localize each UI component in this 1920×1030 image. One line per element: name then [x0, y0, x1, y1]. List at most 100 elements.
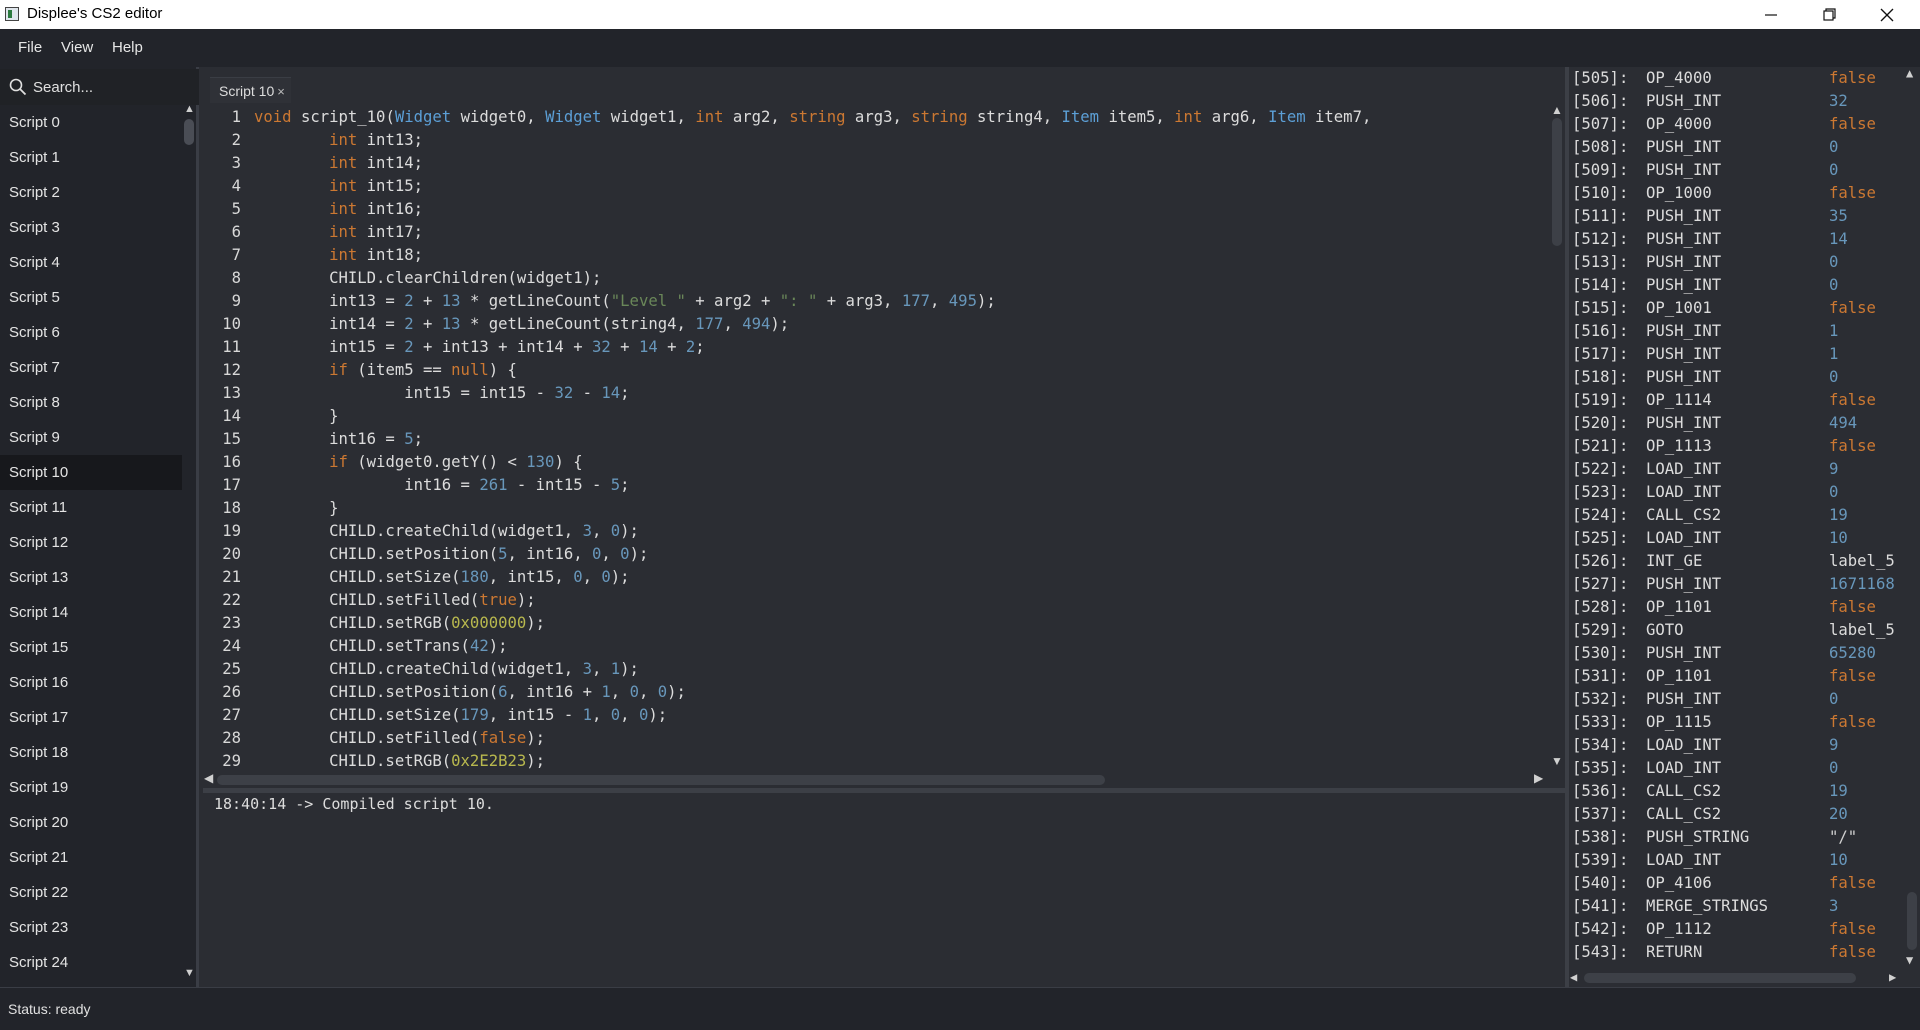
- scroll-down-icon[interactable]: ▼: [1906, 953, 1913, 967]
- instruction-row[interactable]: [526]: INT_GE label_5: [1569, 550, 1903, 573]
- sidebar-item-script[interactable]: Script 14: [0, 595, 182, 630]
- scroll-left-icon[interactable]: ◀: [1570, 970, 1577, 984]
- minimize-button[interactable]: [1742, 0, 1800, 29]
- instruction-row[interactable]: [539]: LOAD_INT 10: [1569, 849, 1903, 872]
- instruction-row[interactable]: [507]: OP_4000 false: [1569, 113, 1903, 136]
- instruction-row[interactable]: [520]: PUSH_INT 494: [1569, 412, 1903, 435]
- scroll-up-icon[interactable]: ▲: [184, 103, 195, 115]
- code-area[interactable]: 1 void script_10(Widget widget0, Widget w…: [203, 106, 1548, 771]
- sidebar-item-script[interactable]: Script 20: [0, 805, 182, 840]
- instruction-row[interactable]: [515]: OP_1001 false: [1569, 297, 1903, 320]
- instruction-row[interactable]: [506]: PUSH_INT 32: [1569, 90, 1903, 113]
- instruction-row[interactable]: [516]: PUSH_INT 1: [1569, 320, 1903, 343]
- instruction-row[interactable]: [534]: LOAD_INT 9: [1569, 734, 1903, 757]
- sidebar-item-script[interactable]: Script 10: [0, 455, 182, 490]
- close-button[interactable]: [1858, 0, 1916, 29]
- instruction-row[interactable]: [527]: PUSH_INT 1671168: [1569, 573, 1903, 596]
- code-token: int16;: [357, 200, 423, 218]
- menu-view[interactable]: View: [61, 39, 93, 56]
- instruction-row[interactable]: [524]: CALL_CS2 19: [1569, 504, 1903, 527]
- instruction-index: [540]:: [1572, 874, 1629, 892]
- sidebar-item-script[interactable]: Script 11: [0, 490, 182, 525]
- instruction-horizontal-scrollbar[interactable]: ◀ ▶: [1569, 969, 1903, 987]
- instruction-row[interactable]: [529]: GOTO label_5: [1569, 619, 1903, 642]
- instruction-row[interactable]: [537]: CALL_CS2 20: [1569, 803, 1903, 826]
- instruction-row[interactable]: [532]: PUSH_INT 0: [1569, 688, 1903, 711]
- scroll-right-icon[interactable]: ▶: [1889, 970, 1896, 984]
- instruction-row[interactable]: [528]: OP_1101 false: [1569, 596, 1903, 619]
- instruction-row[interactable]: [522]: LOAD_INT 9: [1569, 458, 1903, 481]
- tab-close-icon[interactable]: ×: [277, 84, 285, 99]
- sidebar-item-script[interactable]: Script 5: [0, 280, 182, 315]
- scroll-left-icon[interactable]: ◀: [204, 771, 213, 785]
- sidebar-item-script[interactable]: Script 24: [0, 945, 182, 980]
- instruction-row[interactable]: [523]: LOAD_INT 0: [1569, 481, 1903, 504]
- sidebar-item-script[interactable]: Script 16: [0, 665, 182, 700]
- scroll-right-icon[interactable]: ▶: [1534, 771, 1543, 785]
- instruction-row[interactable]: [535]: LOAD_INT 0: [1569, 757, 1903, 780]
- scrollbar-thumb[interactable]: [1584, 973, 1856, 983]
- instruction-row[interactable]: [543]: RETURN false: [1569, 941, 1903, 964]
- instruction-row[interactable]: [541]: MERGE_STRINGS 3: [1569, 895, 1903, 918]
- sidebar-item-script[interactable]: Script 17: [0, 700, 182, 735]
- instruction-row[interactable]: [536]: CALL_CS2 19: [1569, 780, 1903, 803]
- instruction-row[interactable]: [511]: PUSH_INT 35: [1569, 205, 1903, 228]
- scroll-up-icon[interactable]: ▲: [1551, 103, 1563, 117]
- scrollbar-thumb[interactable]: [184, 119, 194, 145]
- sidebar-item-script[interactable]: Script 7: [0, 350, 182, 385]
- editor-horizontal-scrollbar[interactable]: ◀ ▶: [203, 771, 1548, 788]
- search-input[interactable]: [33, 75, 183, 99]
- sidebar-item-script[interactable]: Script 8: [0, 385, 182, 420]
- instruction-row[interactable]: [521]: OP_1113 false: [1569, 435, 1903, 458]
- instruction-row[interactable]: [510]: OP_1000 false: [1569, 182, 1903, 205]
- instruction-row[interactable]: [540]: OP_4106 false: [1569, 872, 1903, 895]
- instruction-row[interactable]: [512]: PUSH_INT 14: [1569, 228, 1903, 251]
- sidebar-item-script[interactable]: Script 15: [0, 630, 182, 665]
- sidebar-scrollbar[interactable]: ▲ ▼: [182, 103, 196, 985]
- instruction-row[interactable]: [508]: PUSH_INT 0: [1569, 136, 1903, 159]
- instruction-row[interactable]: [525]: LOAD_INT 10: [1569, 527, 1903, 550]
- instruction-row[interactable]: [505]: OP_4000 false: [1569, 67, 1903, 90]
- sidebar-item-script[interactable]: Script 1: [0, 140, 182, 175]
- editor-vertical-scrollbar[interactable]: ▲ ▼: [1548, 103, 1565, 771]
- instruction-row[interactable]: [531]: OP_1101 false: [1569, 665, 1903, 688]
- instruction-row[interactable]: [533]: OP_1115 false: [1569, 711, 1903, 734]
- instruction-vertical-scrollbar[interactable]: ▲ ▼: [1903, 67, 1920, 969]
- scrollbar-thumb[interactable]: [217, 775, 1105, 785]
- tab-script-10[interactable]: Script 10 ×: [210, 77, 291, 103]
- code-token: CHILD.setPosition(: [254, 683, 499, 701]
- scroll-down-icon[interactable]: ▼: [1551, 754, 1563, 768]
- scroll-down-icon[interactable]: ▼: [184, 967, 195, 979]
- instruction-index: [518]:: [1572, 368, 1629, 386]
- sidebar-item-script[interactable]: Script 13: [0, 560, 182, 595]
- instruction-row[interactable]: [514]: PUSH_INT 0: [1569, 274, 1903, 297]
- sidebar-item-script[interactable]: Script 6: [0, 315, 182, 350]
- sidebar-item-script[interactable]: Script 3: [0, 210, 182, 245]
- menu-help[interactable]: Help: [112, 39, 143, 56]
- scroll-up-icon[interactable]: ▲: [1906, 67, 1913, 80]
- code-line: 16 if (widget0.getY() < 130) {: [203, 451, 1548, 474]
- instruction-row[interactable]: [542]: OP_1112 false: [1569, 918, 1903, 941]
- instruction-row[interactable]: [509]: PUSH_INT 0: [1569, 159, 1903, 182]
- instruction-operand: 0: [1829, 483, 1839, 501]
- sidebar-item-script[interactable]: Script 9: [0, 420, 182, 455]
- sidebar-item-script[interactable]: Script 2: [0, 175, 182, 210]
- instruction-row[interactable]: [513]: PUSH_INT 0: [1569, 251, 1903, 274]
- sidebar-item-script[interactable]: Script 22: [0, 875, 182, 910]
- scrollbar-thumb[interactable]: [1552, 118, 1562, 246]
- instruction-row[interactable]: [518]: PUSH_INT 0: [1569, 366, 1903, 389]
- instruction-row[interactable]: [517]: PUSH_INT 1: [1569, 343, 1903, 366]
- sidebar-item-script[interactable]: Script 23: [0, 910, 182, 945]
- sidebar-item-script[interactable]: Script 21: [0, 840, 182, 875]
- scrollbar-thumb[interactable]: [1907, 892, 1917, 950]
- sidebar-item-script[interactable]: Script 4: [0, 245, 182, 280]
- sidebar-item-script[interactable]: Script 18: [0, 735, 182, 770]
- menu-file[interactable]: File: [18, 39, 42, 56]
- sidebar-item-script[interactable]: Script 0: [0, 105, 182, 140]
- sidebar-item-script[interactable]: Script 12: [0, 525, 182, 560]
- sidebar-item-script[interactable]: Script 19: [0, 770, 182, 805]
- instruction-row[interactable]: [538]: PUSH_STRING "/": [1569, 826, 1903, 849]
- instruction-row[interactable]: [519]: OP_1114 false: [1569, 389, 1903, 412]
- instruction-row[interactable]: [530]: PUSH_INT 65280: [1569, 642, 1903, 665]
- maximize-button[interactable]: [1800, 0, 1858, 29]
